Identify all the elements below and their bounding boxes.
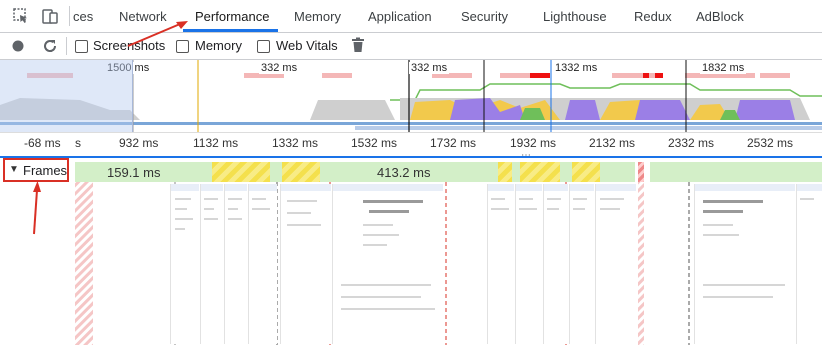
tab-sources[interactable]: ces bbox=[73, 9, 93, 24]
overview-label-2: 332 ms bbox=[259, 62, 300, 74]
screenshot-thumbnail[interactable] bbox=[543, 184, 568, 344]
ruler-tick: 1132 ms bbox=[193, 136, 239, 150]
ruler-tick: -68 ms bbox=[24, 136, 61, 150]
frame-segment-tail[interactable] bbox=[650, 162, 822, 182]
tab-redux[interactable]: Redux bbox=[634, 9, 672, 24]
web-vitals-label: Web Vitals bbox=[276, 38, 338, 53]
trash-icon[interactable] bbox=[351, 37, 365, 53]
performance-toolbar: Screenshots Memory Web Vitals bbox=[0, 33, 822, 60]
frames-track-header[interactable]: ▼ Frames bbox=[3, 158, 69, 182]
tab-lighthouse[interactable]: Lighthouse bbox=[543, 9, 607, 24]
screenshots-checkbox[interactable] bbox=[75, 40, 88, 53]
inspect-icon[interactable] bbox=[12, 7, 30, 25]
screenshot-thumbnail[interactable] bbox=[332, 184, 443, 344]
frame-dropped-4[interactable] bbox=[520, 162, 560, 182]
frame-duration-2: 413.2 ms bbox=[377, 165, 431, 180]
ruler-tick: 932 ms bbox=[119, 136, 159, 150]
tab-memory[interactable]: Memory bbox=[294, 9, 341, 24]
screenshot-thumbnail[interactable] bbox=[248, 184, 277, 344]
screenshot-thumbnail[interactable] bbox=[595, 184, 636, 344]
web-vitals-checkbox[interactable] bbox=[257, 40, 270, 53]
overview-label-3: 332 ms bbox=[409, 62, 450, 74]
overview-label-5: 1832 ms bbox=[700, 62, 747, 74]
screenshot-thumbnail[interactable] bbox=[515, 184, 542, 344]
overview-label-4: 1332 ms bbox=[553, 62, 600, 74]
screenshot-thumbnail[interactable] bbox=[796, 184, 822, 344]
ruler-tick: 2332 ms bbox=[668, 136, 715, 150]
frame-duration-1: 159.1 ms bbox=[107, 165, 161, 180]
memory-label: Memory bbox=[195, 38, 242, 53]
frame-dropped-1[interactable] bbox=[212, 162, 270, 182]
record-icon[interactable] bbox=[12, 40, 24, 52]
screenshot-thumbnail[interactable] bbox=[170, 184, 199, 344]
reload-icon[interactable] bbox=[42, 38, 58, 54]
tab-application[interactable]: Application bbox=[368, 9, 432, 24]
frame-dropped-2[interactable] bbox=[282, 162, 320, 182]
ruler-tick: 2132 ms bbox=[589, 136, 636, 150]
ruler-tick: 1332 ms bbox=[272, 136, 319, 150]
screenshot-thumbnail[interactable] bbox=[569, 184, 594, 344]
frame-dropped-3[interactable] bbox=[498, 162, 512, 182]
ruler-tick: s bbox=[75, 136, 81, 150]
expand-triangle-icon[interactable]: ▼ bbox=[9, 164, 19, 175]
ruler-tick: 2532 ms bbox=[747, 136, 794, 150]
active-tab-indicator bbox=[183, 29, 278, 32]
screenshot-thumbnail[interactable] bbox=[487, 184, 514, 344]
tab-network[interactable]: Network bbox=[119, 9, 167, 24]
device-toggle-icon[interactable] bbox=[41, 7, 59, 25]
screenshots-label: Screenshots bbox=[93, 38, 166, 53]
toolbar-divider-2 bbox=[66, 37, 67, 55]
screenshot-thumbnail[interactable] bbox=[694, 184, 795, 344]
ruler-tick: 1932 ms bbox=[510, 136, 557, 150]
memory-checkbox[interactable] bbox=[176, 40, 189, 53]
frames-label: Frames bbox=[23, 163, 68, 178]
frame-dropped-5[interactable] bbox=[572, 162, 600, 182]
tab-performance[interactable]: Performance bbox=[195, 9, 269, 24]
devtools-tab-bar: ces Network Performance Memory Applicati… bbox=[0, 0, 822, 33]
frame-long-marker[interactable] bbox=[638, 162, 644, 182]
tab-adblock[interactable]: AdBlock bbox=[696, 9, 744, 24]
overview-selection-mask[interactable] bbox=[0, 60, 133, 132]
screenshot-thumbnail[interactable] bbox=[200, 184, 223, 344]
ruler-tick: 1732 ms bbox=[430, 136, 477, 150]
toolbar-divider bbox=[69, 6, 70, 26]
screenshot-thumbnail[interactable] bbox=[224, 184, 247, 344]
ruler-tick: 1532 ms bbox=[351, 136, 398, 150]
tab-security[interactable]: Security bbox=[461, 9, 508, 24]
screenshot-thumbnail[interactable] bbox=[280, 184, 331, 344]
